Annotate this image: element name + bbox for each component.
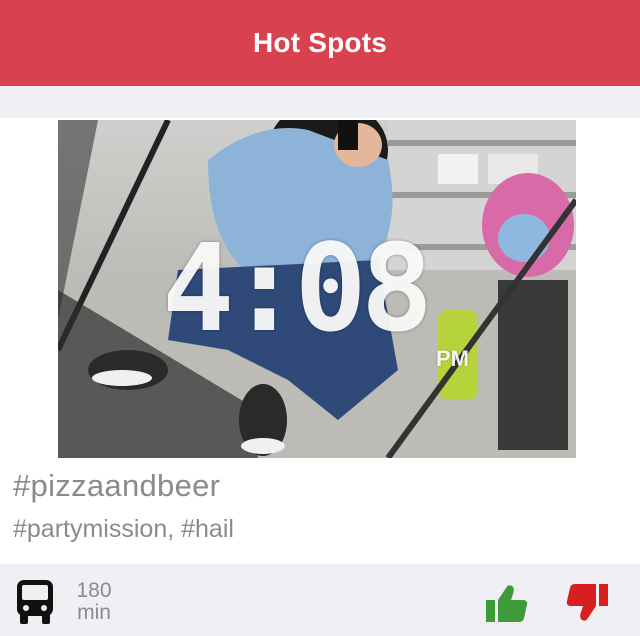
post-footer: 180 min [0, 564, 640, 636]
app-header: Hot Spots [0, 0, 640, 86]
thumbs-up-icon[interactable] [486, 584, 528, 622]
thumbs-down-icon[interactable] [566, 584, 608, 622]
bus-icon [17, 580, 53, 624]
travel-time-value: 180 [76, 579, 112, 602]
travel-time-unit: min [77, 601, 111, 624]
post-photo[interactable]: 4:08 PM [58, 120, 576, 458]
travel-time: 180 min [70, 580, 118, 624]
post-tags: #partymission, #hail [13, 515, 234, 543]
header-spacer [0, 86, 640, 118]
time-overlay-ampm: PM [436, 346, 469, 371]
page-title: Hot Spots [252, 27, 387, 58]
post-title: #pizzaandbeer [13, 468, 221, 503]
time-overlay: 4:08 [162, 220, 433, 359]
hot-spot-card[interactable]: 4:08 PM #pizzaandbeer #partymission, #ha… [0, 118, 640, 564]
